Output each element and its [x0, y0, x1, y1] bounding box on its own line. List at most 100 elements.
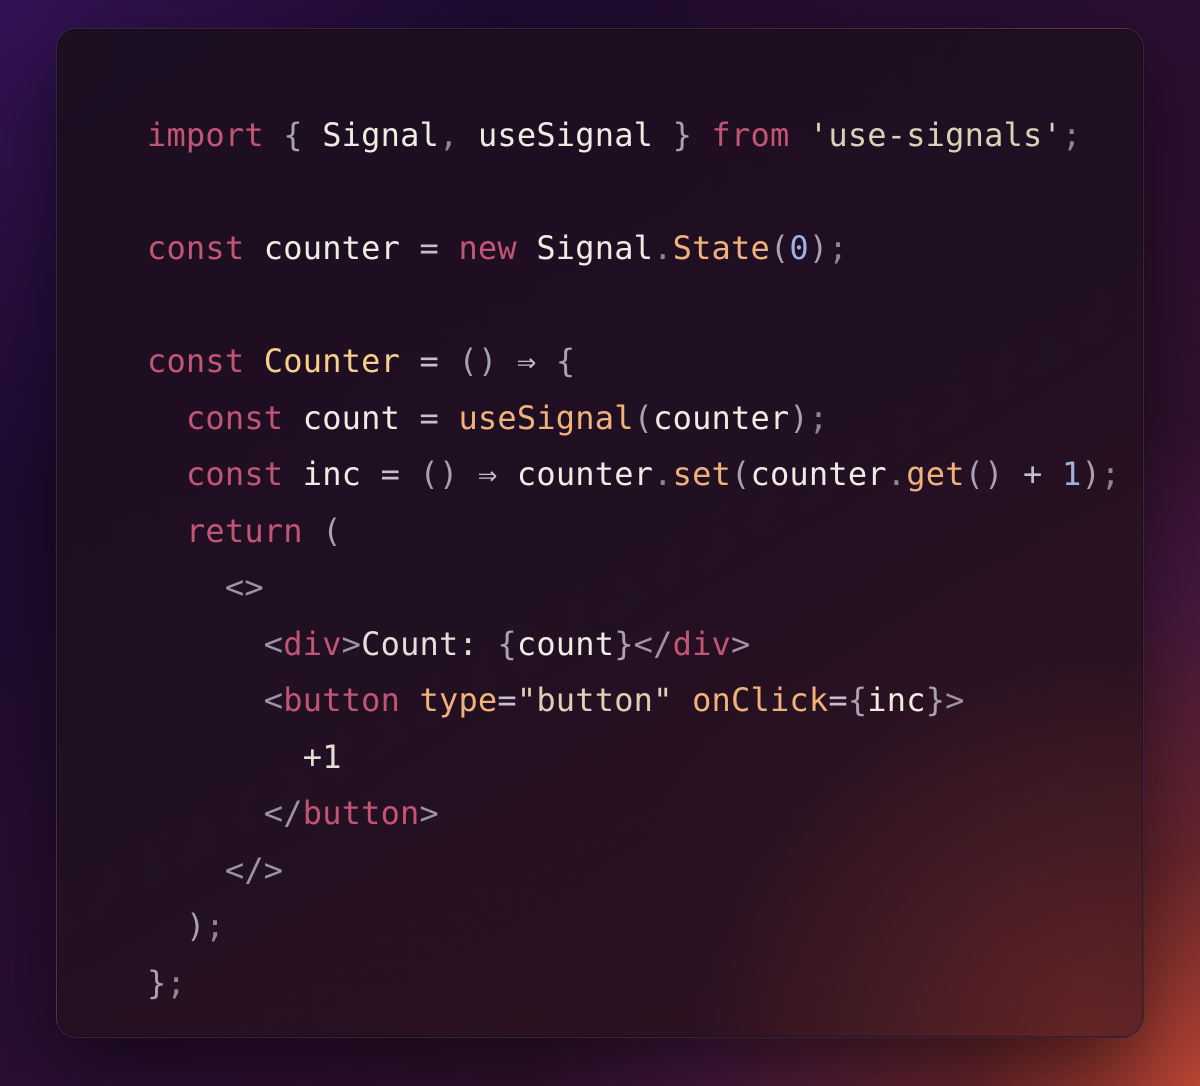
tag-div-close: div — [673, 625, 731, 663]
txt-count-label: Count: — [361, 625, 497, 663]
brace-open: { — [283, 116, 302, 154]
lparen-3: ( — [634, 399, 653, 437]
id-counter-2: counter — [517, 455, 653, 493]
prop-state: State — [673, 229, 770, 267]
num-zero: 0 — [789, 229, 808, 267]
code-line-14: </> — [147, 851, 283, 889]
rparen: ) — [809, 229, 828, 267]
kw-new: new — [458, 229, 516, 267]
lt-3: < — [264, 681, 283, 719]
str-module: 'use-signals' — [809, 116, 1062, 154]
dot-2: . — [653, 455, 672, 493]
kw-from: from — [712, 116, 790, 154]
brace-open-2: { — [556, 342, 575, 380]
rparen-5: ) — [1081, 455, 1100, 493]
kw-const-3: const — [186, 399, 283, 437]
op-eq-2: = — [420, 342, 439, 380]
lparen-2: ( — [458, 342, 477, 380]
tag-button-close: button — [303, 794, 420, 832]
arrow: ⇒ — [517, 342, 536, 380]
code-line-9: <> — [147, 568, 264, 606]
gt-3: > — [945, 681, 964, 719]
brace-close: } — [673, 116, 692, 154]
code-line-16: }; — [147, 964, 186, 1002]
id-count-expr: count — [517, 625, 614, 663]
comma: , — [439, 116, 458, 154]
rparen-7: ) — [186, 907, 205, 945]
code-line-12: +1 — [147, 738, 342, 776]
jsx-lbrace-2: { — [848, 681, 867, 719]
code-line-15: ); — [147, 907, 225, 945]
jsx-rbrace-2: } — [926, 681, 945, 719]
lt-4: < — [264, 794, 283, 832]
kw-import: import — [147, 116, 264, 154]
jsx-frag-close: </> — [225, 851, 283, 889]
gt-1: > — [342, 625, 361, 663]
attr-onclick: onClick — [692, 681, 828, 719]
id-counter: counter — [264, 229, 400, 267]
code-line-13: </button> — [147, 794, 439, 832]
op-plus: + — [1023, 455, 1042, 493]
code-card: import { Signal, useSignal } from 'use-s… — [56, 28, 1144, 1038]
rparen-4: ) — [439, 455, 458, 493]
fn-set: set — [673, 455, 731, 493]
id-inc-ref: inc — [867, 681, 925, 719]
id-counter-3: counter — [751, 455, 887, 493]
id-signal: Signal — [322, 116, 439, 154]
id-signal-2: Signal — [536, 229, 653, 267]
semi-3: ; — [809, 399, 828, 437]
lparen-6: ( — [965, 455, 984, 493]
kw-const-4: const — [186, 455, 283, 493]
rparen-2: ) — [478, 342, 497, 380]
attr-type: type — [420, 681, 498, 719]
code-line-1: import { Signal, useSignal } from 'use-s… — [147, 116, 1081, 154]
id-count: count — [303, 399, 400, 437]
semi: ; — [1062, 116, 1081, 154]
id-inc: inc — [303, 455, 361, 493]
semi-6: ; — [166, 964, 185, 1002]
slash-2: / — [283, 794, 302, 832]
kw-return: return — [186, 512, 303, 550]
code-block: import { Signal, useSignal } from 'use-s… — [147, 107, 1120, 1011]
jsx-frag-open: <> — [225, 568, 264, 606]
brace-close-2: } — [147, 964, 166, 1002]
lt-2: < — [634, 625, 653, 663]
id-usesignal: useSignal — [478, 116, 653, 154]
lparen-4: ( — [420, 455, 439, 493]
lparen: ( — [770, 229, 789, 267]
fn-usesignal: useSignal — [458, 399, 633, 437]
arrow-2: ⇒ — [478, 455, 497, 493]
lparen-7: ( — [322, 512, 341, 550]
rparen-6: ) — [984, 455, 1003, 493]
id-counter-comp: Counter — [264, 342, 400, 380]
op-eq-6: = — [828, 681, 847, 719]
gt-2: > — [731, 625, 750, 663]
jsx-lbrace: { — [497, 625, 516, 663]
op-eq-5: = — [497, 681, 516, 719]
code-line-8: return ( — [147, 512, 342, 550]
kw-const: const — [147, 229, 244, 267]
kw-const-2: const — [147, 342, 244, 380]
id-counter-arg: counter — [653, 399, 789, 437]
code-line-6: const count = useSignal(counter); — [147, 399, 828, 437]
code-line-11: <button type="button" onClick={inc}> — [147, 681, 965, 719]
slash-1: / — [653, 625, 672, 663]
tag-button-open: button — [283, 681, 400, 719]
op-eq: = — [420, 229, 439, 267]
txt-plus-one: +1 — [303, 738, 342, 776]
code-line-5: const Counter = () ⇒ { — [147, 342, 575, 380]
tag-div-open: div — [283, 625, 341, 663]
code-line-7: const inc = () ⇒ counter.set(counter.get… — [147, 455, 1120, 493]
fn-get: get — [906, 455, 964, 493]
code-line-3: const counter = new Signal.State(0); — [147, 229, 848, 267]
lt-1: < — [264, 625, 283, 663]
jsx-rbrace: } — [614, 625, 633, 663]
semi-2: ; — [828, 229, 847, 267]
semi-5: ; — [205, 907, 224, 945]
lparen-5: ( — [731, 455, 750, 493]
str-button: "button" — [517, 681, 673, 719]
num-one: 1 — [1062, 455, 1081, 493]
code-line-10: <div>Count: {count}</div> — [147, 625, 750, 663]
op-eq-3: = — [420, 399, 439, 437]
rparen-3: ) — [789, 399, 808, 437]
